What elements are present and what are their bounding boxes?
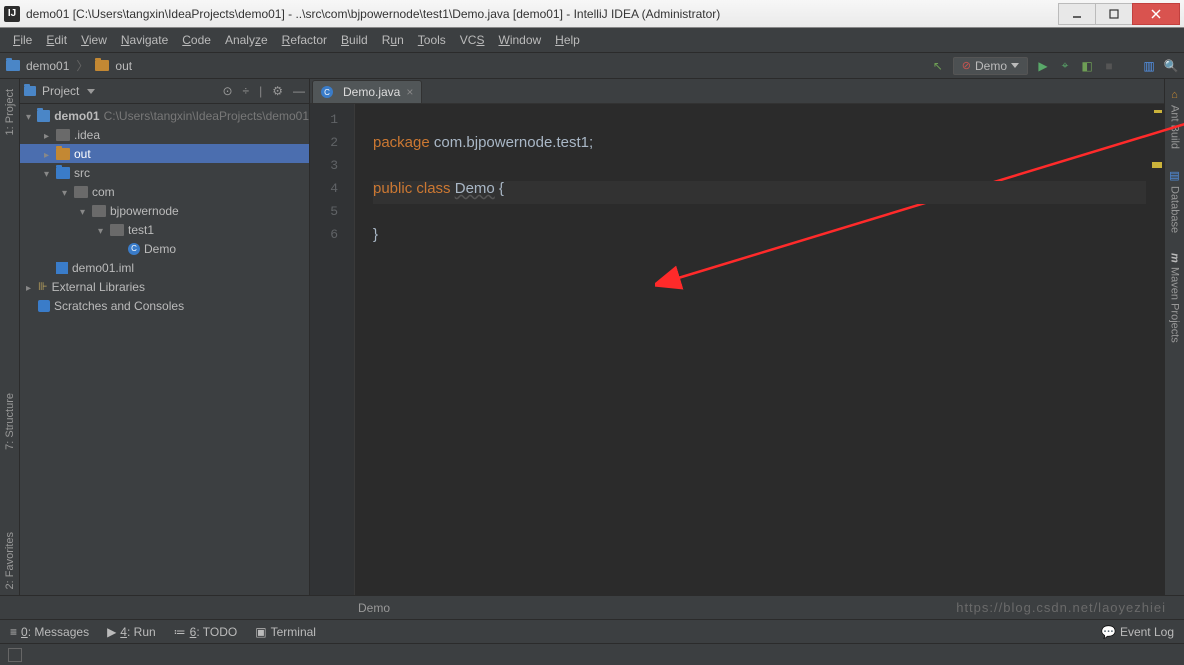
tree-src[interactable]: src — [20, 163, 309, 182]
minimize-button[interactable] — [1058, 3, 1096, 25]
tree-com[interactable]: com — [20, 182, 309, 201]
folder-icon — [95, 60, 109, 71]
project-panel: Project ⊙ ÷ | ⚙ — demo01C:\Users\tangxin… — [20, 79, 310, 595]
maximize-button[interactable] — [1095, 3, 1133, 25]
right-tab-maven[interactable]: mMaven Projects — [1167, 247, 1183, 349]
debug-button[interactable]: ⌖ — [1058, 59, 1072, 73]
project-structure-button[interactable]: ▥ — [1142, 59, 1156, 73]
editor-area: C Demo.java × 123 456 package com.bjpowe… — [310, 79, 1164, 595]
menu-edit[interactable]: Edit — [39, 30, 74, 50]
tree-test1[interactable]: test1 — [20, 220, 309, 239]
scratches-icon — [38, 300, 50, 312]
tree-scratches[interactable]: Scratches and Consoles — [20, 296, 309, 315]
module-file-icon — [56, 262, 68, 274]
toolwin-eventlog[interactable]: 💬 Event Log — [1101, 625, 1174, 639]
menu-tools[interactable]: Tools — [411, 30, 453, 50]
libraries-icon: ⊪ — [38, 280, 48, 293]
toolwin-todo[interactable]: ≔ 6: TODO — [174, 625, 238, 639]
navigation-bar: demo01 〉 out ↖ ⊘ Demo ▶ ⌖ ◧ ■ ▥ 🔍 — [0, 53, 1184, 79]
app-logo-icon: IJ — [4, 6, 20, 22]
tree-root[interactable]: demo01C:\Users\tangxin\IdeaProjects\demo… — [20, 106, 309, 125]
close-button[interactable] — [1132, 3, 1180, 25]
menu-file[interactable]: File — [6, 30, 39, 50]
right-tool-strip: ⌂Ant Build ▤Database mMaven Projects — [1164, 79, 1184, 595]
back-icon[interactable]: ↖ — [931, 59, 945, 73]
tree-idea[interactable]: .idea — [20, 125, 309, 144]
status-toggle-icon[interactable] — [8, 648, 22, 662]
menu-vcs[interactable]: VCS — [453, 30, 492, 50]
nav-separator: 〉 — [76, 57, 88, 74]
menu-analyze[interactable]: Analyze — [218, 30, 275, 50]
status-bar — [0, 643, 1184, 665]
menu-window[interactable]: Window — [491, 30, 548, 50]
class-icon: C — [321, 86, 333, 98]
warning-marker[interactable] — [1152, 162, 1162, 168]
menu-build[interactable]: Build — [334, 30, 375, 50]
window-title: demo01 [C:\Users\tangxin\IdeaProjects\de… — [26, 7, 1059, 21]
menu-code[interactable]: Code — [175, 30, 218, 50]
main-menu-bar: File Edit View Navigate Code Analyze Ref… — [0, 28, 1184, 53]
close-tab-icon[interactable]: × — [406, 85, 413, 99]
coverage-button[interactable]: ◧ — [1080, 59, 1094, 73]
chevron-down-icon — [1011, 63, 1019, 68]
project-panel-header: Project ⊙ ÷ | ⚙ — — [20, 79, 309, 104]
right-tab-ant[interactable]: ⌂Ant Build — [1167, 83, 1183, 155]
nav-root[interactable]: demo01 — [26, 59, 69, 73]
editor-gutter: 123 456 — [310, 104, 355, 595]
warning-marker[interactable] — [1154, 110, 1162, 113]
menu-run[interactable]: Run — [375, 30, 411, 50]
nav-out[interactable]: out — [115, 59, 132, 73]
collapse-all-icon[interactable]: ⊙ — [222, 84, 232, 98]
project-panel-title[interactable]: Project — [42, 84, 79, 98]
code-editor[interactable]: package com.bjpowernode.test1; public cl… — [355, 104, 1164, 595]
tool-window-bar: ≡ 0: Messages ▶ 4: Run ≔ 6: TODO ▣ Termi… — [0, 619, 1184, 643]
toolwin-run[interactable]: ▶ 4: Run — [107, 625, 156, 639]
module-folder-icon — [6, 60, 20, 71]
toolwin-messages[interactable]: ≡ 0: Messages — [10, 625, 89, 639]
tree-external-libs[interactable]: ⊪External Libraries — [20, 277, 309, 296]
toolwin-terminal[interactable]: ▣ Terminal — [255, 625, 316, 639]
left-tab-favorites[interactable]: 2: Favorites — [2, 526, 18, 595]
menu-navigate[interactable]: Navigate — [114, 30, 175, 50]
left-tool-strip: 1: Project 7: Structure 2: Favorites — [0, 79, 20, 595]
run-button[interactable]: ▶ — [1036, 59, 1050, 73]
right-tab-database[interactable]: ▤Database — [1166, 163, 1183, 239]
gear-icon[interactable]: ⚙ — [272, 84, 283, 98]
run-config-selector[interactable]: ⊘ Demo — [953, 57, 1028, 75]
menu-view[interactable]: View — [74, 30, 114, 50]
search-everywhere-button[interactable]: 🔍 — [1164, 59, 1178, 73]
left-tab-structure[interactable]: 7: Structure — [2, 387, 18, 456]
project-view-icon — [24, 86, 36, 96]
editor-tab-bar: C Demo.java × — [310, 79, 1164, 104]
left-tab-project[interactable]: 1: Project — [2, 83, 18, 141]
menu-refactor[interactable]: Refactor — [275, 30, 334, 50]
hide-panel-icon[interactable]: — — [293, 84, 305, 98]
editor-tab[interactable]: C Demo.java × — [312, 80, 422, 103]
run-config-name: Demo — [975, 59, 1007, 73]
menu-help[interactable]: Help — [548, 30, 587, 50]
tree-bjpowernode[interactable]: bjpowernode — [20, 201, 309, 220]
window-titlebar: IJ demo01 [C:\Users\tangxin\IdeaProjects… — [0, 0, 1184, 28]
chevron-down-icon[interactable] — [87, 89, 95, 94]
stop-button[interactable]: ■ — [1102, 59, 1116, 73]
editor-body[interactable]: 123 456 package com.bjpowernode.test1; p… — [310, 104, 1164, 595]
project-tree[interactable]: demo01C:\Users\tangxin\IdeaProjects\demo… — [20, 104, 309, 595]
run-config-clear-icon: ⊘ — [962, 59, 971, 72]
watermark-text: https://blog.csdn.net/laoyezhiei — [956, 600, 1166, 615]
editor-tab-label: Demo.java — [343, 85, 400, 99]
tree-out[interactable]: out — [20, 144, 309, 163]
expand-target-icon[interactable]: ÷ — [243, 84, 250, 98]
tree-iml[interactable]: demo01.iml — [20, 258, 309, 277]
tree-demo-class[interactable]: CDemo — [20, 239, 309, 258]
breadcrumb-item[interactable]: Demo — [358, 601, 390, 615]
class-icon: C — [128, 243, 140, 255]
